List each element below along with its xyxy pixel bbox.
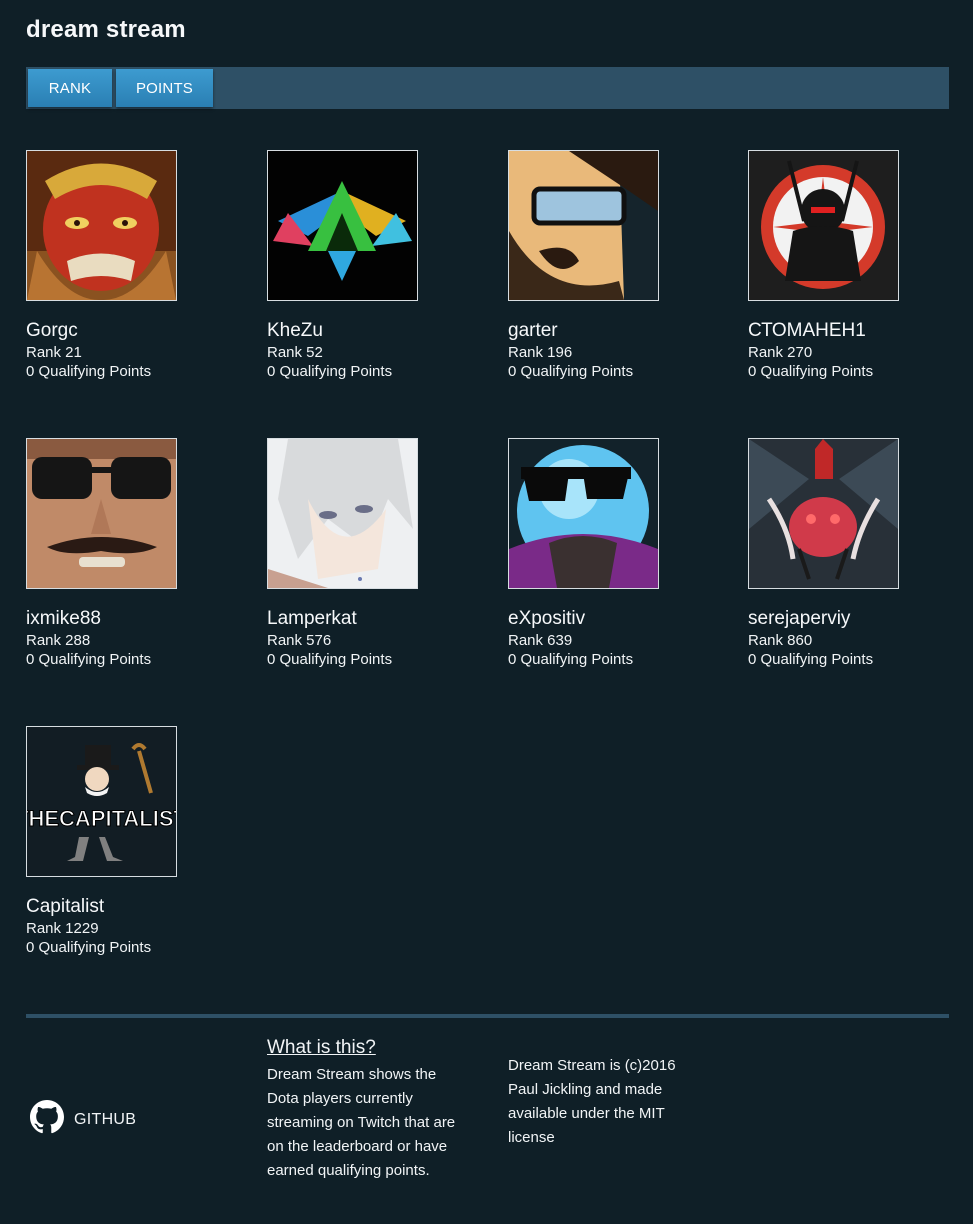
- player-name[interactable]: ixmike88: [26, 608, 101, 630]
- player-points: 0 Qualifying Points: [267, 363, 393, 380]
- player-rank: Rank 52: [267, 344, 323, 361]
- player-name[interactable]: KheZu: [267, 320, 323, 342]
- about-text: Dream Stream shows the Dota players curr…: [267, 1066, 456, 1179]
- player-rank: Rank 860: [748, 632, 813, 649]
- ninja-emblem-avatar[interactable]: [748, 150, 899, 301]
- player-points: 0 Qualifying Points: [748, 363, 874, 380]
- about-heading: What is this?: [267, 1037, 376, 1058]
- player-rank: Rank 21: [26, 344, 82, 361]
- app-title: dream stream: [26, 16, 186, 43]
- player-name[interactable]: Gorgc: [26, 320, 78, 342]
- player-name[interactable]: Capitalist: [26, 896, 104, 918]
- player-points: 0 Qualifying Points: [26, 363, 152, 380]
- player-name[interactable]: СТОМАНЕН1: [748, 320, 866, 342]
- github-link[interactable]: GITHUB: [30, 1100, 136, 1139]
- spider-creature-avatar[interactable]: [748, 438, 899, 589]
- red-monkey-king-avatar[interactable]: [26, 150, 177, 301]
- player-name[interactable]: garter: [508, 320, 558, 342]
- cool-orb-avatar[interactable]: [508, 438, 659, 589]
- player-points: 0 Qualifying Points: [508, 651, 634, 668]
- player-points: 0 Qualifying Points: [26, 939, 152, 956]
- anime-character-avatar[interactable]: [267, 438, 418, 589]
- player-points: 0 Qualifying Points: [748, 651, 874, 668]
- player-rank: Rank 576: [267, 632, 332, 649]
- player-rank: Rank 196: [508, 344, 573, 361]
- sunglasses-face-avatar[interactable]: [26, 438, 177, 589]
- player-points: 0 Qualifying Points: [508, 363, 634, 380]
- player-name[interactable]: eXpositiv: [508, 608, 585, 630]
- github-label[interactable]: GITHUB: [74, 1111, 136, 1129]
- triforce-crest-avatar[interactable]: [267, 150, 418, 301]
- player-name[interactable]: Lamperkat: [267, 608, 357, 630]
- sort-tabs: RANK POINTS: [26, 67, 949, 109]
- player-rank: Rank 639: [508, 632, 573, 649]
- capitalist-logo-text: THECAPITALIST: [27, 806, 176, 831]
- player-rank: Rank 270: [748, 344, 813, 361]
- player-rank: Rank 288: [26, 632, 91, 649]
- player-points: 0 Qualifying Points: [26, 651, 152, 668]
- player-rank: Rank 1229: [26, 920, 99, 937]
- the-capitalist-avatar[interactable]: THECAPITALIST: [26, 726, 177, 877]
- tab-rank[interactable]: RANK: [28, 69, 112, 107]
- copyright-text: Dream Stream is (c)2016 Paul Jickling an…: [508, 1057, 676, 1146]
- github-icon: [30, 1100, 64, 1139]
- tab-points[interactable]: POINTS: [116, 69, 213, 107]
- player-name[interactable]: serejaperviy: [748, 608, 850, 630]
- player-points: 0 Qualifying Points: [267, 651, 393, 668]
- bearded-glasses-avatar[interactable]: [508, 150, 659, 301]
- footer-divider: [26, 1014, 949, 1018]
